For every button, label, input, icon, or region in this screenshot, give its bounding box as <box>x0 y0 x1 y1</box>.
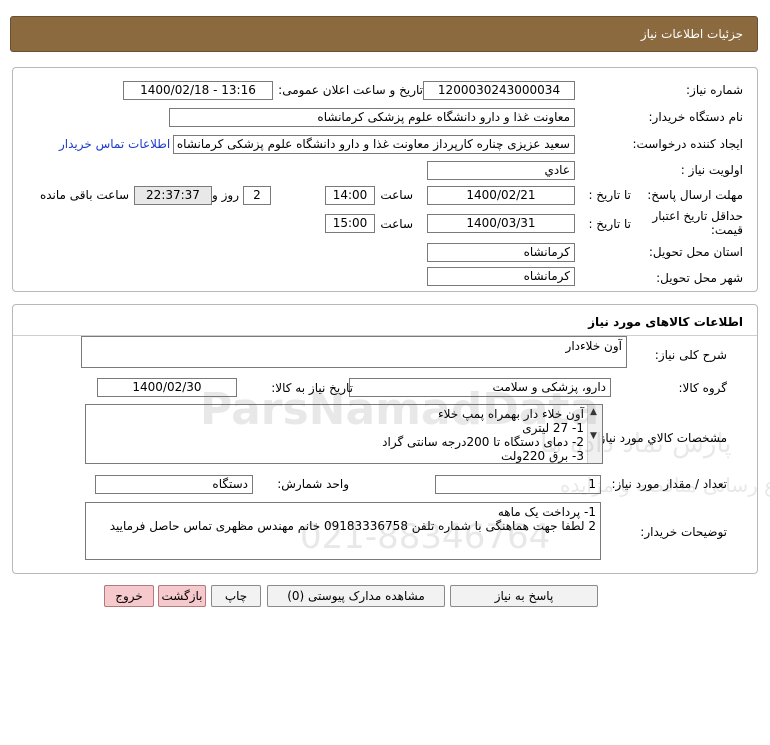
buyer-notes-field: 1- پرداخت یک ماهه 2 لطفا جهت هماهنگی با … <box>85 502 601 560</box>
reply-button[interactable]: پاسخ به نیاز <box>450 585 598 607</box>
days-remaining-field: 2 <box>243 186 271 205</box>
specs-field[interactable]: آون خلاء دار بهمراه پمپ خلاء 1- 27 لیتری… <box>85 404 603 464</box>
requester-field: سعید عزیزی چناره کارپرداز معاونت غذا و د… <box>173 135 575 154</box>
remaining-time-field: 22:37:37 <box>134 186 212 205</box>
specs-line: 2- دمای دستگاه تا 200درجه سانتی گراد <box>382 435 584 449</box>
need-date-label: تاریخ نیاز به کالا: <box>271 381 353 395</box>
deadline-to-date-label: تا تاریخ : <box>588 188 631 202</box>
deadline-date-field: 1400/02/21 <box>427 186 575 205</box>
need-date-field: 1400/02/30 <box>97 378 237 397</box>
summary-text: آون خلاءدار <box>565 339 622 353</box>
deadline-time-field: 14:00 <box>325 186 375 205</box>
buyer-contact-link[interactable]: اطلاعات تماس خریدار <box>59 137 170 151</box>
price-valid-date-field: 1400/03/31 <box>427 214 575 233</box>
buyer-org-field: معاونت غذا و دارو دانشگاه علوم پزشکی کرم… <box>169 108 575 127</box>
need-number-field: 1200030243000034 <box>423 81 575 100</box>
scroll-up-icon[interactable]: ▲ <box>590 407 597 417</box>
need-info-panel: شماره نیاز: 1200030243000034 تاریخ و ساع… <box>12 67 758 292</box>
qty-field: 1 <box>435 475 601 494</box>
announce-field: 1400/02/18 - 13:16 <box>123 81 273 100</box>
priority-field: عادي <box>427 161 575 180</box>
summary-label: شرح کلی نیاز: <box>654 348 727 362</box>
province-label: استان محل تحویل: <box>648 245 743 259</box>
days-label: روز و <box>212 188 239 202</box>
price-valid-label: حداقل تاریخ اعتبار قیمت: <box>652 209 743 237</box>
specs-line: 3- برق 220ولت <box>500 449 584 463</box>
unit-label: واحد شمارش: <box>277 477 349 491</box>
buyer-org-label: نام دستگاه خریدار: <box>648 110 744 124</box>
buyer-note-line: 1- پرداخت یک ماهه <box>497 505 596 519</box>
page-title: جزئیات اطلاعات نیاز <box>640 27 743 41</box>
unit-field: دستگاه <box>95 475 253 494</box>
exit-button[interactable]: خروج <box>104 585 154 607</box>
announce-label: تاریخ و ساعت اعلان عمومی: <box>278 83 423 97</box>
need-number-label: شماره نیاز: <box>686 83 743 97</box>
requester-label: ایجاد کننده درخواست: <box>632 137 743 151</box>
priority-label: اولویت نیاز : <box>680 163 743 177</box>
qty-label: تعداد / مقدار مورد نیاز: <box>611 477 727 491</box>
group-label: گروه کالا: <box>678 381 728 395</box>
city-label: شهر محل تحویل: <box>656 271 743 285</box>
specs-label: مشخصات کالاي مورد نياز: <box>595 431 727 445</box>
back-button[interactable]: بازگشت <box>158 585 206 607</box>
goods-section-title: اطلاعات کالاهای مورد نیاز <box>588 315 743 329</box>
goods-panel: اطلاعات کالاهای مورد نیاز شرح کلی نیاز: … <box>12 304 758 574</box>
summary-field: آون خلاءدار <box>81 336 627 368</box>
group-field: دارو، پزشکی و سلامت <box>349 378 611 397</box>
province-field: کرمانشاه <box>427 243 575 262</box>
deadline-label: مهلت ارسال پاسخ: <box>647 188 743 202</box>
remaining-label: ساعت باقی مانده <box>39 188 129 202</box>
buyer-notes-label: توضیحات خریدار: <box>640 525 727 539</box>
specs-scrollbar[interactable]: ▲ ▼ <box>587 405 602 463</box>
page-header: جزئیات اطلاعات نیاز <box>10 16 758 52</box>
print-button[interactable]: چاپ <box>211 585 261 607</box>
price-to-date-label: تا تاریخ : <box>588 217 631 231</box>
deadline-time-label: ساعت <box>380 188 413 202</box>
specs-line: آون خلاء دار بهمراه پمپ خلاء <box>437 407 584 421</box>
buyer-note-line: 2 لطفا جهت هماهنگی با شماره تلفن 0918333… <box>109 519 596 533</box>
price-time-label: ساعت <box>380 217 413 231</box>
specs-line: 1- 27 لیتری <box>522 421 584 435</box>
view-attachments-button[interactable]: مشاهده مدارک پیوستی (0) <box>267 585 445 607</box>
city-field: کرمانشاه <box>427 267 575 286</box>
scroll-down-icon[interactable]: ▼ <box>590 431 597 441</box>
price-valid-time-field: 15:00 <box>325 214 375 233</box>
